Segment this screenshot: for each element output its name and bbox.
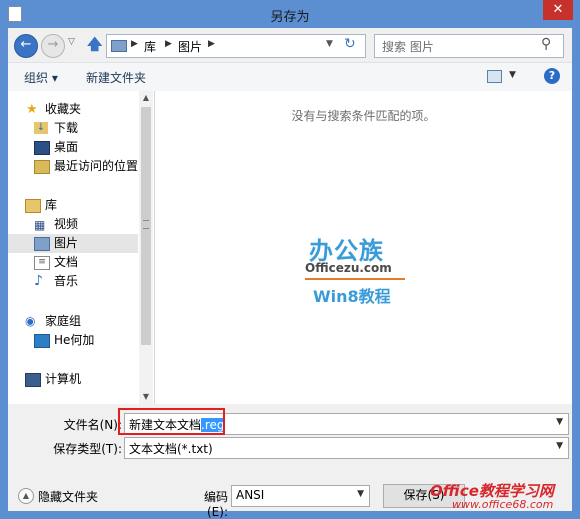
sidebar-item-label: 家庭组 xyxy=(45,314,82,328)
music-icon: ♪ xyxy=(34,273,43,289)
breadcrumb-separator[interactable]: ▶ xyxy=(131,39,138,49)
breadcrumb-pictures[interactable]: 图片 xyxy=(178,38,202,55)
navigation-bar: ← → ▽ 🡅 ▶ 库 ▶ 图片 ▶ ▼ ↻ 搜索 图片 ⚲ xyxy=(8,28,572,62)
homegroup-icon: ◉ xyxy=(25,314,36,328)
empty-results-message: 没有与搜索条件匹配的项。 xyxy=(291,109,436,123)
sidebar-item-label: 收藏夹 xyxy=(45,102,82,116)
sidebar-item-homegroup-user[interactable]: He何加 xyxy=(8,331,138,350)
sidebar-scrollbar[interactable]: ▲ ▼ xyxy=(139,91,153,404)
search-input[interactable]: 搜索 图片 xyxy=(382,38,434,55)
sidebar-item-desktop[interactable]: 桌面 xyxy=(8,138,138,157)
documents-icon: ≡ xyxy=(34,256,50,270)
forward-button[interactable]: → xyxy=(41,34,65,58)
encoding-label: 编码(E): xyxy=(203,490,228,519)
pictures-icon xyxy=(34,237,50,251)
scroll-up-icon[interactable]: ▲ xyxy=(139,91,153,105)
refresh-icon[interactable]: ↻ xyxy=(344,36,356,52)
sidebar-item-favorites[interactable]: ★ 收藏夹 xyxy=(8,100,138,119)
new-folder-button[interactable]: 新建文件夹 xyxy=(86,69,146,86)
site-watermark-url: www.office68.com xyxy=(452,498,554,511)
address-bar[interactable]: ▶ 库 ▶ 图片 ▶ ▼ ↻ xyxy=(106,34,366,58)
change-view-icon[interactable] xyxy=(487,70,502,83)
filename-label: 文件名(N): xyxy=(63,418,122,432)
sidebar-item-pictures[interactable]: 图片 xyxy=(8,234,138,253)
sidebar-item-videos[interactable]: ▦ 视频 xyxy=(8,215,138,234)
recent-places-icon xyxy=(34,160,50,174)
search-icon[interactable]: ⚲ xyxy=(541,36,551,52)
command-bar: 组织 ▾ 新建文件夹 ▼ ? xyxy=(8,62,572,92)
library-icon xyxy=(25,199,41,213)
sidebar-item-label: 计算机 xyxy=(45,372,82,386)
filename-dropdown-icon[interactable]: ▼ xyxy=(556,417,563,427)
sidebar-item-label: 最近访问的位置 xyxy=(54,159,139,173)
sidebar-item-recent-places[interactable]: 最近访问的位置 xyxy=(8,157,138,176)
up-one-level-button[interactable]: 🡅 xyxy=(87,34,102,59)
filetype-dropdown-icon[interactable]: ▼ xyxy=(556,441,563,451)
view-options-dropdown[interactable]: ▼ xyxy=(509,70,516,80)
dialog-body: ← → ▽ 🡅 ▶ 库 ▶ 图片 ▶ ▼ ↻ 搜索 图片 ⚲ 组织 ▾ 新建文件… xyxy=(8,28,572,519)
pictures-library-icon xyxy=(111,40,127,52)
breadcrumb-library[interactable]: 库 xyxy=(144,38,156,55)
sidebar-item-label: 文档 xyxy=(54,255,79,269)
filetype-select[interactable]: 文本文档(*.txt) ▼ xyxy=(124,437,569,459)
video-icon: ▦ xyxy=(34,218,46,232)
sidebar-item-homegroup[interactable]: ◉ 家庭组 xyxy=(8,312,138,331)
sidebar-item-label: 音乐 xyxy=(54,274,79,288)
sidebar-item-documents[interactable]: ≡ 文档 xyxy=(8,253,138,272)
filetype-value: 文本文档(*.txt) xyxy=(129,442,213,456)
sidebar-item-label: 库 xyxy=(45,198,58,212)
title-bar[interactable]: 另存为 ✕ xyxy=(0,0,580,28)
sidebar-item-downloads[interactable]: ↓ 下载 xyxy=(8,119,138,138)
encoding-dropdown-icon[interactable]: ▼ xyxy=(357,489,364,499)
sidebar-item-libraries[interactable]: 库 xyxy=(8,196,138,215)
address-dropdown-icon[interactable]: ▼ xyxy=(326,39,333,49)
computer-user-icon xyxy=(34,334,50,348)
collapse-icon: ▲ xyxy=(18,488,34,504)
recent-locations-dropdown[interactable]: ▽ xyxy=(68,37,75,47)
sidebar-item-label: 桌面 xyxy=(54,140,79,154)
encoding-select[interactable]: ANSI ▼ xyxy=(231,485,370,507)
hide-folders-label: 隐藏文件夹 xyxy=(38,490,99,504)
file-list-pane[interactable]: 没有与搜索条件匹配的项。 办公族 Officezu.com Win8教程 xyxy=(155,91,572,404)
computer-icon xyxy=(25,373,41,387)
scroll-down-icon[interactable]: ▼ xyxy=(139,390,153,404)
close-button[interactable]: ✕ xyxy=(543,0,573,20)
navigation-pane: ★ 收藏夹 ↓ 下载 桌面 最近访问的位置 库 ▦ 视频 图片 ≡ 文档 ♪ 音… xyxy=(8,91,155,404)
sidebar-item-music[interactable]: ♪ 音乐 xyxy=(8,272,138,291)
help-icon[interactable]: ? xyxy=(544,68,560,84)
logo-site: Officezu.com xyxy=(305,261,392,275)
breadcrumb-separator[interactable]: ▶ xyxy=(165,39,172,49)
highlight-annotation-box xyxy=(118,408,225,435)
filetype-label: 保存类型(T): xyxy=(53,442,122,456)
logo-subtitle: Win8教程 xyxy=(313,287,391,306)
scrollbar-thumb[interactable] xyxy=(141,107,151,345)
dialog-window: 另存为 ✕ ← → ▽ 🡅 ▶ 库 ▶ 图片 ▶ ▼ ↻ 搜索 图片 ⚲ 组织 … xyxy=(0,0,580,519)
sidebar-item-label: 图片 xyxy=(54,236,79,250)
sidebar-item-label: 下载 xyxy=(54,121,79,135)
grip-icon xyxy=(143,220,149,229)
sidebar-item-label: 视频 xyxy=(54,217,79,231)
logo-divider xyxy=(305,278,405,280)
window-title: 另存为 xyxy=(270,10,310,25)
back-button[interactable]: ← xyxy=(14,34,38,58)
sidebar-item-computer[interactable]: 计算机 xyxy=(8,370,138,389)
watermark-logo: 办公族 Officezu.com Win8教程 xyxy=(305,231,415,311)
organize-menu-button[interactable]: 组织 ▾ xyxy=(24,69,58,86)
breadcrumb-separator[interactable]: ▶ xyxy=(208,39,215,49)
sidebar-item-label: He何加 xyxy=(54,333,95,347)
star-icon: ★ xyxy=(26,102,38,117)
desktop-icon xyxy=(34,141,50,155)
download-folder-icon: ↓ xyxy=(34,122,48,134)
search-box[interactable]: 搜索 图片 ⚲ xyxy=(374,34,564,58)
encoding-value: ANSI xyxy=(236,488,265,502)
